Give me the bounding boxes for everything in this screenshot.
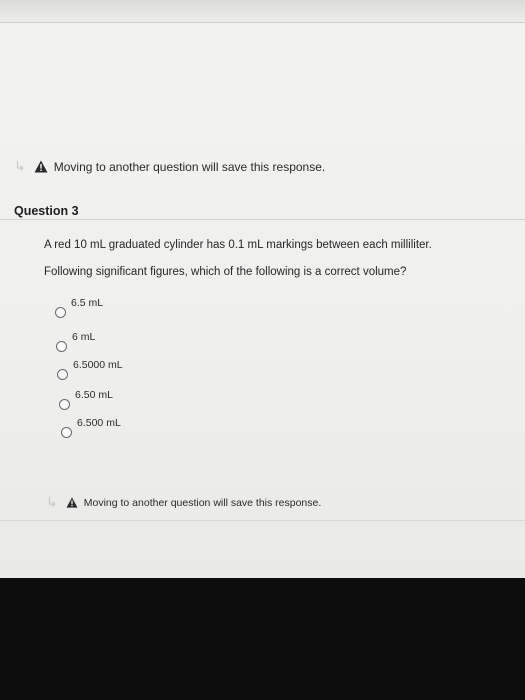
top-bar xyxy=(0,0,525,23)
save-notice-text: Moving to another question will save thi… xyxy=(53,159,326,174)
answer-option-3[interactable]: 6.5000 mL xyxy=(57,359,123,380)
question-text-line-2: Following significant figures, which of … xyxy=(44,266,407,278)
radio-button[interactable] xyxy=(57,369,68,380)
answer-option-label: 6.50 mL xyxy=(75,389,113,401)
warning-icon xyxy=(66,497,78,508)
screen: ↳ Moving to another question will save t… xyxy=(0,0,525,578)
answer-option-label: 6.5000 mL xyxy=(73,359,123,371)
radio-button[interactable] xyxy=(55,307,66,318)
question-text-line-1: A red 10 mL graduated cylinder has 0.1 m… xyxy=(44,239,432,251)
answer-option-label: 6.5 mL xyxy=(71,297,104,309)
radio-button[interactable] xyxy=(59,399,70,410)
save-notice-top: ↳ Moving to another question will save t… xyxy=(14,158,325,175)
bottom-divider xyxy=(0,520,525,521)
answer-option-label: 6 mL xyxy=(72,331,96,343)
return-arrow-icon: ↳ xyxy=(46,494,58,510)
question-heading: Question 3 xyxy=(14,204,79,218)
save-notice-text: Moving to another question will save thi… xyxy=(83,496,322,509)
warning-icon xyxy=(34,160,48,173)
radio-button[interactable] xyxy=(56,341,67,352)
answer-option-2[interactable]: 6 mL xyxy=(56,331,95,352)
radio-button[interactable] xyxy=(61,427,72,438)
question-divider xyxy=(0,219,525,220)
answer-option-4[interactable]: 6.50 mL xyxy=(59,389,113,410)
return-arrow-icon: ↳ xyxy=(14,158,26,174)
answer-option-1[interactable]: 6.5 mL xyxy=(55,297,103,318)
answer-option-5[interactable]: 6.500 mL xyxy=(61,417,121,438)
answer-option-label: 6.500 mL xyxy=(77,417,121,429)
save-notice-bottom: ↳ Moving to another question will save t… xyxy=(46,494,321,511)
